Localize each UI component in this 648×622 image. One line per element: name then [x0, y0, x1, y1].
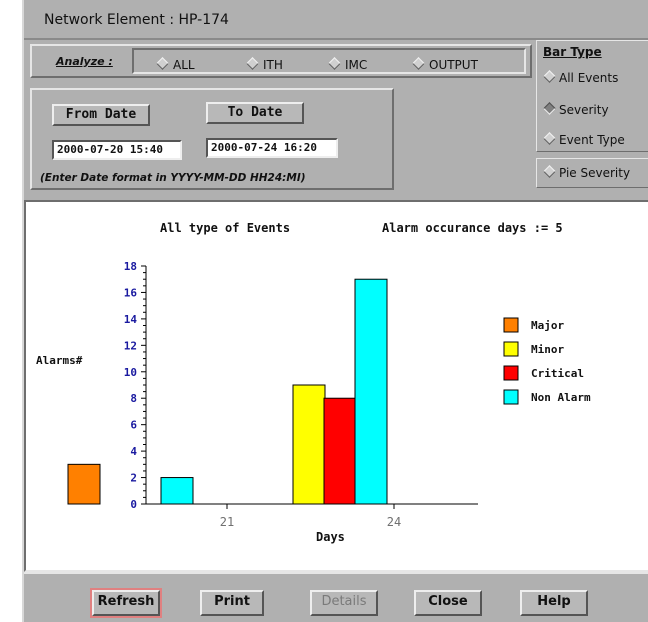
- bar-minor: [292, 384, 326, 505]
- bar-type-panel: Bar Type All Events Severity Event Type: [536, 40, 648, 152]
- legend-label: Minor: [531, 343, 564, 356]
- y-tick-label: 10: [124, 366, 137, 379]
- x-tick-label: 24: [387, 515, 401, 529]
- pie-severity-option[interactable]: Pie Severity: [543, 165, 631, 180]
- bar-non-alarm: [160, 477, 194, 505]
- to-date-button[interactable]: To Date: [206, 102, 304, 124]
- pie-severity-panel: Pie Severity: [536, 158, 648, 188]
- radio-diamond-icon: [412, 57, 425, 70]
- bar-critical: [323, 397, 357, 505]
- radio-diamond-selected-icon: [543, 102, 556, 115]
- refresh-button[interactable]: Refresh: [90, 588, 162, 618]
- analyze-option-label: ITH: [263, 58, 283, 72]
- radio-diamond-icon: [246, 57, 259, 70]
- y-axis-label: Alarms#: [36, 354, 83, 367]
- analyze-option-label: IMC: [345, 58, 368, 72]
- details-button[interactable]: Details: [310, 590, 378, 616]
- y-tick-label: 0: [130, 498, 137, 511]
- from-date-button[interactable]: From Date: [52, 104, 150, 126]
- analyze-option-imc[interactable]: IMC: [328, 57, 368, 72]
- bar-type-all-events[interactable]: All Events: [543, 70, 619, 85]
- window-title: Network Element : HP-174: [44, 12, 229, 28]
- analyze-label: Analyze :: [56, 55, 113, 68]
- from-date-input[interactable]: 2000-07-20 15:40: [52, 140, 182, 160]
- chart-area: All type of Events Alarm occurance days :…: [24, 200, 648, 572]
- bar-type-option-label: All Events: [559, 71, 619, 85]
- title-bar: Network Element : HP-174: [24, 0, 648, 40]
- legend-swatch: [503, 317, 519, 333]
- radio-diamond-icon: [543, 165, 556, 178]
- legend-swatch: [503, 341, 519, 357]
- y-tick-label: 12: [124, 339, 137, 352]
- y-tick-label: 2: [130, 472, 137, 485]
- legend-label: Critical: [531, 367, 584, 380]
- bar-non-alarm: [354, 278, 388, 505]
- radio-diamond-icon: [543, 70, 556, 83]
- radio-diamond-icon: [156, 57, 169, 70]
- y-tick-label: 14: [124, 313, 138, 326]
- radio-diamond-icon: [328, 57, 341, 70]
- bar-type-option-label: Event Type: [559, 133, 625, 147]
- pie-severity-label: Pie Severity: [559, 166, 631, 180]
- close-button[interactable]: Close: [414, 590, 482, 616]
- analyze-option-all[interactable]: ALL: [156, 57, 195, 72]
- analyze-option-ith[interactable]: ITH: [246, 57, 283, 72]
- y-tick-label: 18: [124, 260, 137, 273]
- legend-label: Major: [531, 319, 564, 332]
- bar-type-title: Bar Type: [543, 45, 602, 59]
- analyze-panel: Analyze : ALL ITH IMC OUTPUT: [30, 44, 532, 78]
- bar-type-event-type[interactable]: Event Type: [543, 132, 625, 147]
- analyze-option-output[interactable]: OUTPUT: [412, 57, 478, 72]
- analyze-option-label: ALL: [173, 58, 195, 72]
- y-tick-label: 4: [130, 445, 137, 458]
- severity-bar-chart: All type of Events Alarm occurance days :…: [36, 221, 591, 544]
- to-date-input[interactable]: 2000-07-24 16:20: [206, 138, 338, 158]
- legend-swatch: [503, 389, 519, 405]
- analyze-radio-group: ALL ITH IMC OUTPUT: [132, 48, 526, 74]
- print-button[interactable]: Print: [200, 590, 264, 616]
- bar-major: [67, 463, 101, 505]
- network-element-window: Network Element : HP-174 Analyze : ALL I…: [22, 0, 648, 622]
- radio-diamond-icon: [543, 132, 556, 145]
- y-tick-label: 16: [124, 286, 138, 299]
- legend-label: Non Alarm: [531, 391, 591, 404]
- chart-title: All type of Events: [160, 221, 290, 235]
- date-range-panel: From Date To Date 2000-07-20 15:40 2000-…: [30, 88, 394, 190]
- bar-type-severity[interactable]: Severity: [543, 102, 609, 117]
- bar-type-option-label: Severity: [559, 103, 609, 117]
- analyze-option-label: OUTPUT: [429, 58, 478, 72]
- help-button[interactable]: Help: [520, 590, 588, 616]
- y-tick-label: 6: [130, 419, 137, 432]
- button-bar: Refresh Print Details Close Help: [24, 572, 648, 622]
- x-tick-label: 21: [220, 515, 234, 529]
- legend-swatch: [503, 365, 519, 381]
- x-axis-label: Days: [316, 530, 345, 544]
- y-tick-label: 8: [130, 392, 137, 405]
- date-format-hint: (Enter Date format in YYYY-MM-DD HH24:MI…: [40, 172, 306, 184]
- chart-subtitle: Alarm occurance days := 5: [382, 221, 563, 235]
